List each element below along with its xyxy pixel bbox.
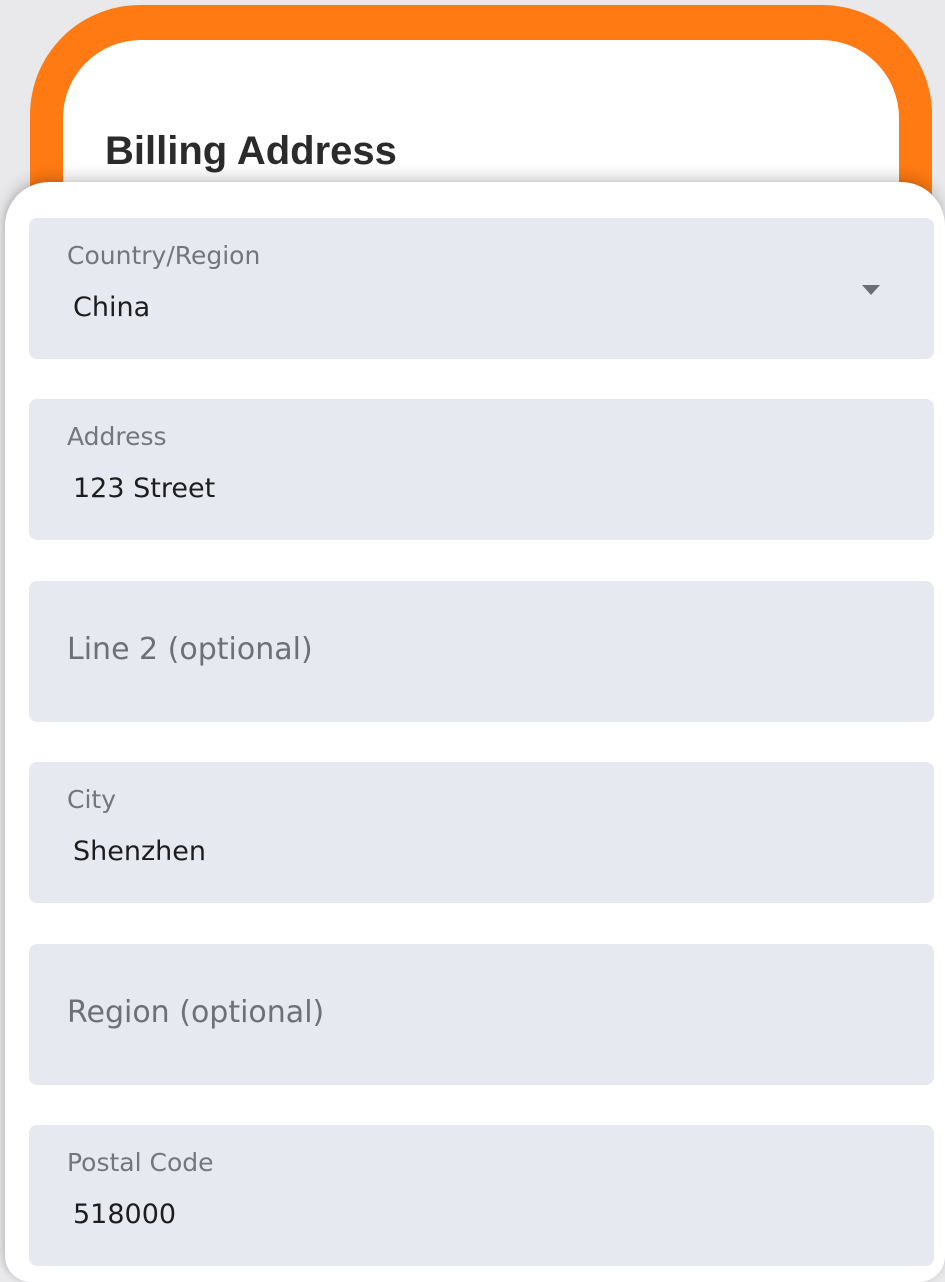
address-field[interactable]: Address 123 Street bbox=[29, 399, 934, 540]
address-value: 123 Street bbox=[73, 473, 216, 504]
region-field[interactable]: Region (optional) bbox=[29, 944, 934, 1085]
city-field[interactable]: City Shenzhen bbox=[29, 762, 934, 903]
billing-form: Country/Region China Address 123 Street … bbox=[5, 182, 945, 1282]
region-placeholder: Region (optional) bbox=[67, 995, 325, 1030]
chevron-down-icon[interactable] bbox=[862, 285, 880, 295]
postal-code-field[interactable]: Postal Code 518000 bbox=[29, 1125, 934, 1266]
address-line2-placeholder: Line 2 (optional) bbox=[67, 632, 313, 667]
country-region-value: China bbox=[73, 292, 151, 323]
postal-code-value: 518000 bbox=[73, 1199, 177, 1230]
country-region-label: Country/Region bbox=[67, 241, 261, 270]
city-value: Shenzhen bbox=[73, 836, 206, 867]
page-title: Billing Address bbox=[105, 129, 397, 173]
postal-code-label: Postal Code bbox=[67, 1148, 214, 1177]
address-line2-field[interactable]: Line 2 (optional) bbox=[29, 581, 934, 722]
address-label: Address bbox=[67, 422, 167, 451]
city-label: City bbox=[67, 785, 116, 814]
country-region-select[interactable]: Country/Region China bbox=[29, 218, 934, 359]
